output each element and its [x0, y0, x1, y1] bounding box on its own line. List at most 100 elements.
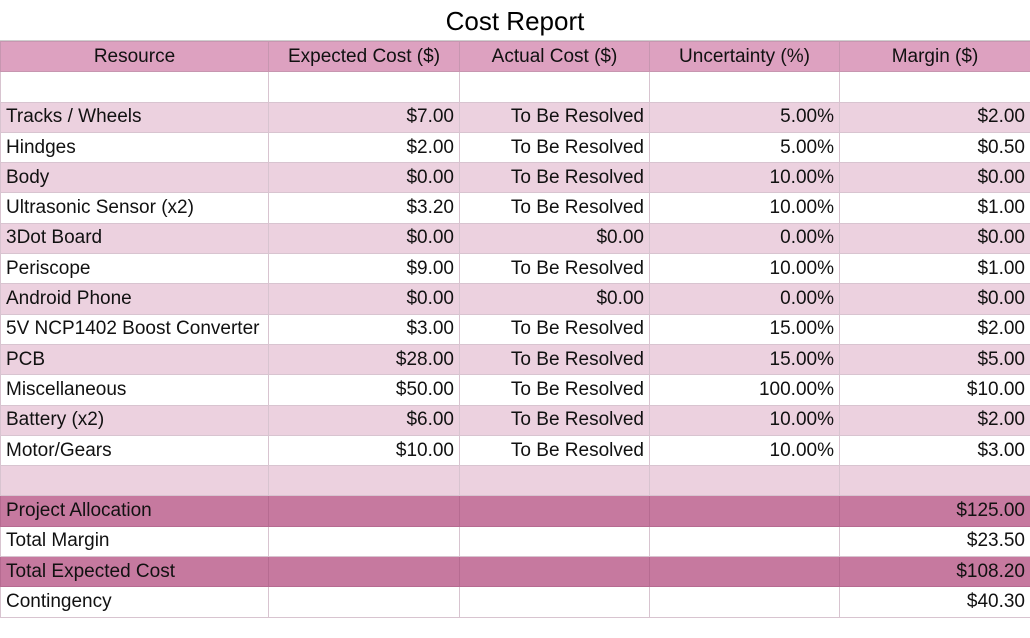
resource-cell[interactable]: Battery (x2): [0, 404, 269, 436]
summary-empty-cell[interactable]: [649, 556, 840, 588]
expected-cost-cell[interactable]: $3.20: [268, 192, 460, 224]
actual-cost-cell[interactable]: To Be Resolved: [459, 101, 650, 133]
resource-cell[interactable]: 3Dot Board: [0, 222, 269, 255]
blank-cell[interactable]: [649, 71, 840, 103]
actual-cost-cell[interactable]: To Be Resolved: [459, 404, 650, 436]
blank-cell[interactable]: [268, 465, 460, 497]
expected-cost-cell[interactable]: $0.00: [268, 222, 460, 255]
summary-value[interactable]: $108.20: [839, 556, 1030, 588]
expected-cost-cell[interactable]: $0.00: [268, 283, 460, 315]
blank-cell[interactable]: [459, 71, 650, 103]
resource-cell[interactable]: Body: [0, 162, 269, 194]
uncertainty-cell[interactable]: 10.00%: [649, 404, 840, 436]
expected-cost-cell[interactable]: $6.00: [268, 404, 460, 436]
blank-cell[interactable]: [459, 465, 650, 497]
uncertainty-cell[interactable]: 10.00%: [649, 162, 840, 194]
margin-cell[interactable]: $1.00: [839, 253, 1030, 285]
uncertainty-cell[interactable]: 100.00%: [649, 374, 840, 406]
blank-cell[interactable]: [0, 71, 269, 103]
actual-cost-cell[interactable]: $0.00: [459, 222, 650, 255]
summary-value[interactable]: $23.50: [839, 525, 1030, 558]
expected-cost-cell[interactable]: $2.00: [268, 131, 460, 164]
actual-cost-cell[interactable]: To Be Resolved: [459, 434, 650, 467]
summary-value[interactable]: $125.00: [839, 495, 1030, 527]
margin-cell[interactable]: $3.00: [839, 434, 1030, 467]
summary-empty-cell[interactable]: [459, 495, 650, 527]
summary-empty-cell[interactable]: [268, 525, 460, 558]
uncertainty-cell[interactable]: 0.00%: [649, 222, 840, 255]
resource-cell[interactable]: Android Phone: [0, 283, 269, 315]
actual-cost-cell[interactable]: To Be Resolved: [459, 253, 650, 285]
blank-cell[interactable]: [268, 71, 460, 103]
report-title: Cost Report: [0, 0, 1030, 41]
table-row: Tracks / Wheels $7.00 To Be Resolved 5.00% $…: [0, 101, 1030, 133]
actual-cost-cell[interactable]: To Be Resolved: [459, 374, 650, 406]
margin-cell[interactable]: $2.00: [839, 313, 1030, 345]
summary-empty-cell[interactable]: [649, 586, 840, 618]
expected-cost-cell[interactable]: $28.00: [268, 343, 460, 376]
summary-empty-cell[interactable]: [459, 586, 650, 618]
resource-cell[interactable]: PCB: [0, 343, 269, 376]
uncertainty-cell[interactable]: 0.00%: [649, 283, 840, 315]
margin-cell[interactable]: $0.00: [839, 222, 1030, 255]
uncertainty-cell[interactable]: 15.00%: [649, 343, 840, 376]
uncertainty-cell[interactable]: 15.00%: [649, 313, 840, 345]
header-actual-cost[interactable]: Actual Cost ($): [459, 40, 650, 73]
actual-cost-cell[interactable]: To Be Resolved: [459, 313, 650, 345]
margin-cell[interactable]: $5.00: [839, 343, 1030, 376]
resource-cell[interactable]: Tracks / Wheels: [0, 101, 269, 133]
expected-cost-cell[interactable]: $7.00: [268, 101, 460, 133]
header-margin[interactable]: Margin ($): [839, 40, 1030, 73]
uncertainty-cell[interactable]: 10.00%: [649, 253, 840, 285]
expected-cost-cell[interactable]: $3.00: [268, 313, 460, 345]
table-row: Body $0.00 To Be Resolved 10.00% $0.00: [0, 162, 1030, 194]
margin-cell[interactable]: $0.00: [839, 283, 1030, 315]
margin-cell[interactable]: $0.00: [839, 162, 1030, 194]
actual-cost-cell[interactable]: To Be Resolved: [459, 162, 650, 194]
uncertainty-cell[interactable]: 10.00%: [649, 192, 840, 224]
resource-cell[interactable]: Hindges: [0, 131, 269, 164]
margin-cell[interactable]: $1.00: [839, 192, 1030, 224]
blank-cell[interactable]: [839, 71, 1030, 103]
actual-cost-cell[interactable]: To Be Resolved: [459, 192, 650, 224]
blank-cell[interactable]: [649, 465, 840, 497]
resource-cell[interactable]: Ultrasonic Sensor (x2): [0, 192, 269, 224]
resource-cell[interactable]: Miscellaneous: [0, 374, 269, 406]
header-uncertainty[interactable]: Uncertainty (%): [649, 40, 840, 73]
blank-cell[interactable]: [839, 465, 1030, 497]
uncertainty-cell[interactable]: 10.00%: [649, 434, 840, 467]
summary-empty-cell[interactable]: [649, 495, 840, 527]
summary-empty-cell[interactable]: [459, 525, 650, 558]
table-row: Motor/Gears $10.00 To Be Resolved 10.00% $3.…: [0, 434, 1030, 467]
summary-label[interactable]: Contingency: [0, 586, 269, 618]
margin-cell[interactable]: $0.50: [839, 131, 1030, 164]
expected-cost-cell[interactable]: $9.00: [268, 253, 460, 285]
resource-cell[interactable]: 5V NCP1402 Boost Converter: [0, 313, 269, 345]
margin-cell[interactable]: $10.00: [839, 374, 1030, 406]
blank-cell[interactable]: [0, 465, 269, 497]
header-resource[interactable]: Resource: [0, 40, 269, 73]
summary-empty-cell[interactable]: [268, 495, 460, 527]
header-row: Resource Expected Cost ($) Actual Cost (…: [0, 40, 1030, 73]
actual-cost-cell[interactable]: To Be Resolved: [459, 343, 650, 376]
summary-empty-cell[interactable]: [268, 586, 460, 618]
resource-cell[interactable]: Motor/Gears: [0, 434, 269, 467]
summary-empty-cell[interactable]: [268, 556, 460, 588]
expected-cost-cell[interactable]: $10.00: [268, 434, 460, 467]
expected-cost-cell[interactable]: $0.00: [268, 162, 460, 194]
uncertainty-cell[interactable]: 5.00%: [649, 131, 840, 164]
actual-cost-cell[interactable]: To Be Resolved: [459, 131, 650, 164]
expected-cost-cell[interactable]: $50.00: [268, 374, 460, 406]
summary-empty-cell[interactable]: [459, 556, 650, 588]
summary-empty-cell[interactable]: [649, 525, 840, 558]
summary-label[interactable]: Total Expected Cost: [0, 556, 269, 588]
summary-label[interactable]: Project Allocation: [0, 495, 269, 527]
summary-value[interactable]: $40.30: [839, 586, 1030, 618]
uncertainty-cell[interactable]: 5.00%: [649, 101, 840, 133]
margin-cell[interactable]: $2.00: [839, 101, 1030, 133]
actual-cost-cell[interactable]: $0.00: [459, 283, 650, 315]
header-expected-cost[interactable]: Expected Cost ($): [268, 40, 460, 73]
summary-label[interactable]: Total Margin: [0, 525, 269, 558]
margin-cell[interactable]: $2.00: [839, 404, 1030, 436]
resource-cell[interactable]: Periscope: [0, 253, 269, 285]
